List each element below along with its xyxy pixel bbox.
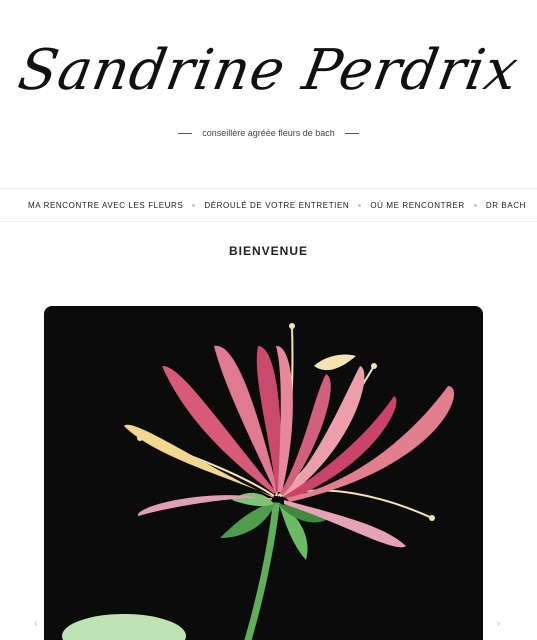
chevron-right-icon[interactable]: › <box>497 618 500 629</box>
tagline-rule-left <box>178 132 193 134</box>
site-title[interactable]: Sandrine Perdrix <box>0 38 537 103</box>
nav-item-dr-bach[interactable]: DR BACH <box>486 201 526 210</box>
nav-item-rencontre[interactable]: MA RENCONTRE AVEC LES FLEURS <box>28 201 183 210</box>
chevron-left-icon[interactable]: ‹ <box>34 618 37 629</box>
nav-item-ou-me-rencontrer[interactable]: OÙ ME RENCONTRER <box>370 201 465 210</box>
nav-separator <box>192 203 196 207</box>
site-tagline: conseillère agréée fleurs de bach <box>202 128 335 138</box>
page-title: BIENVENUE <box>228 244 308 258</box>
nav-separator <box>358 203 362 207</box>
nav-separator <box>473 203 477 207</box>
nav-item-deroule[interactable]: DÉROULÉ DE VOTRE ENTRETIEN <box>204 201 349 210</box>
tagline-rule-right <box>344 132 359 134</box>
main-nav: MA RENCONTRE AVEC LES FLEURS DÉROULÉ DE … <box>0 188 537 222</box>
honeysuckle-illustration <box>62 323 455 640</box>
tagline-row: conseillère agréée fleurs de bach <box>0 128 537 138</box>
site-header: Sandrine Perdrix conseillère agréée fleu… <box>0 0 537 188</box>
hero-image-honeysuckle <box>44 306 483 640</box>
